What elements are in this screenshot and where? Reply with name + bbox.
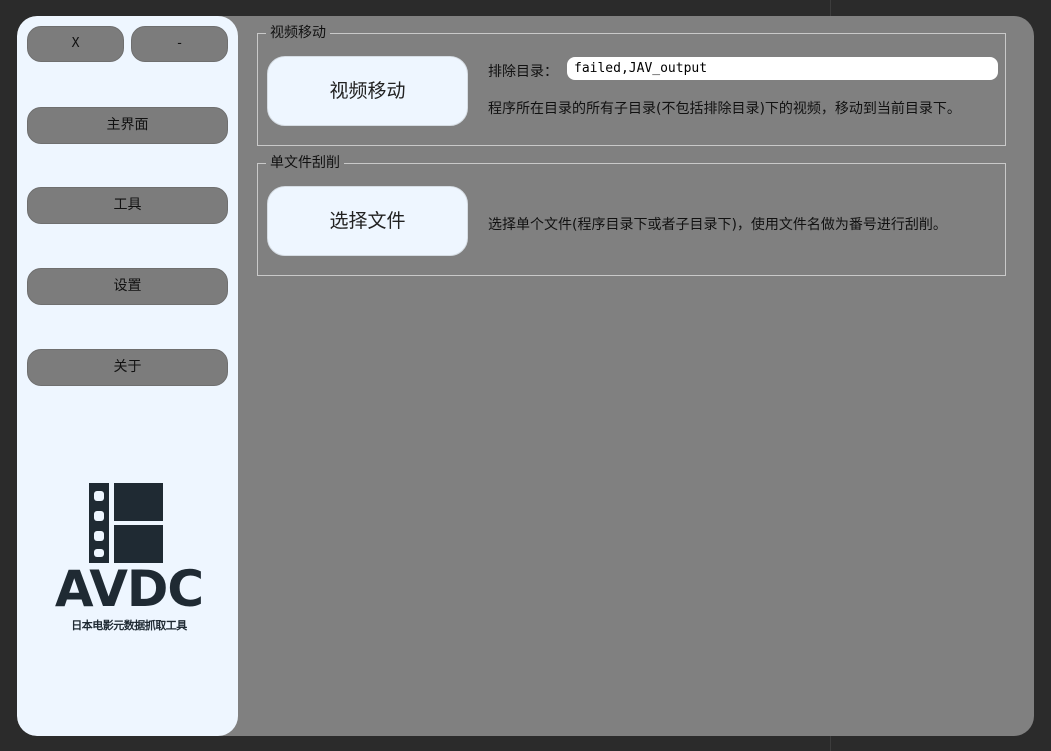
sidebar-item-tools[interactable]: 工具	[27, 187, 228, 224]
avdc-logo: AVDC 日本电影元数据抓取工具	[50, 481, 208, 641]
video-move-button[interactable]: 视频移动	[267, 56, 468, 126]
single-file-description: 选择单个文件(程序目录下或者子目录下)，使用文件名做为番号进行刮削。	[488, 217, 947, 233]
sidebar-item-about[interactable]: 关于	[27, 349, 228, 386]
exclude-dir-label: 排除目录：	[488, 64, 558, 80]
logo-subtitle: 日本电影元数据抓取工具	[71, 619, 187, 632]
exclude-dir-input[interactable]	[567, 57, 998, 80]
single-file-group: 单文件刮削 选择文件 选择单个文件(程序目录下或者子目录下)，使用文件名做为番号…	[257, 154, 1006, 276]
app-window: X - 主界面 工具 设置 关于 AVDC 日本电影元数据抓取工具 视频移动 视…	[17, 16, 1034, 736]
sidebar: X - 主界面 工具 设置 关于 AVDC 日本电影元数据抓取工具	[17, 16, 238, 736]
video-move-group-title: 视频移动	[266, 24, 330, 42]
video-move-description: 程序所在目录的所有子目录(不包括排除目录)下的视频，移动到当前目录下。	[488, 101, 961, 117]
film-strip-icon	[89, 483, 163, 563]
close-button[interactable]: X	[27, 26, 124, 62]
sidebar-item-main[interactable]: 主界面	[27, 107, 228, 144]
single-file-group-title: 单文件刮削	[266, 154, 344, 172]
logo-wordmark: AVDC	[54, 560, 204, 618]
minimize-button[interactable]: -	[131, 26, 228, 62]
video-move-group: 视频移动 视频移动 排除目录： 程序所在目录的所有子目录(不包括排除目录)下的视…	[257, 24, 1006, 146]
select-file-button[interactable]: 选择文件	[267, 186, 468, 256]
sidebar-item-settings[interactable]: 设置	[27, 268, 228, 305]
